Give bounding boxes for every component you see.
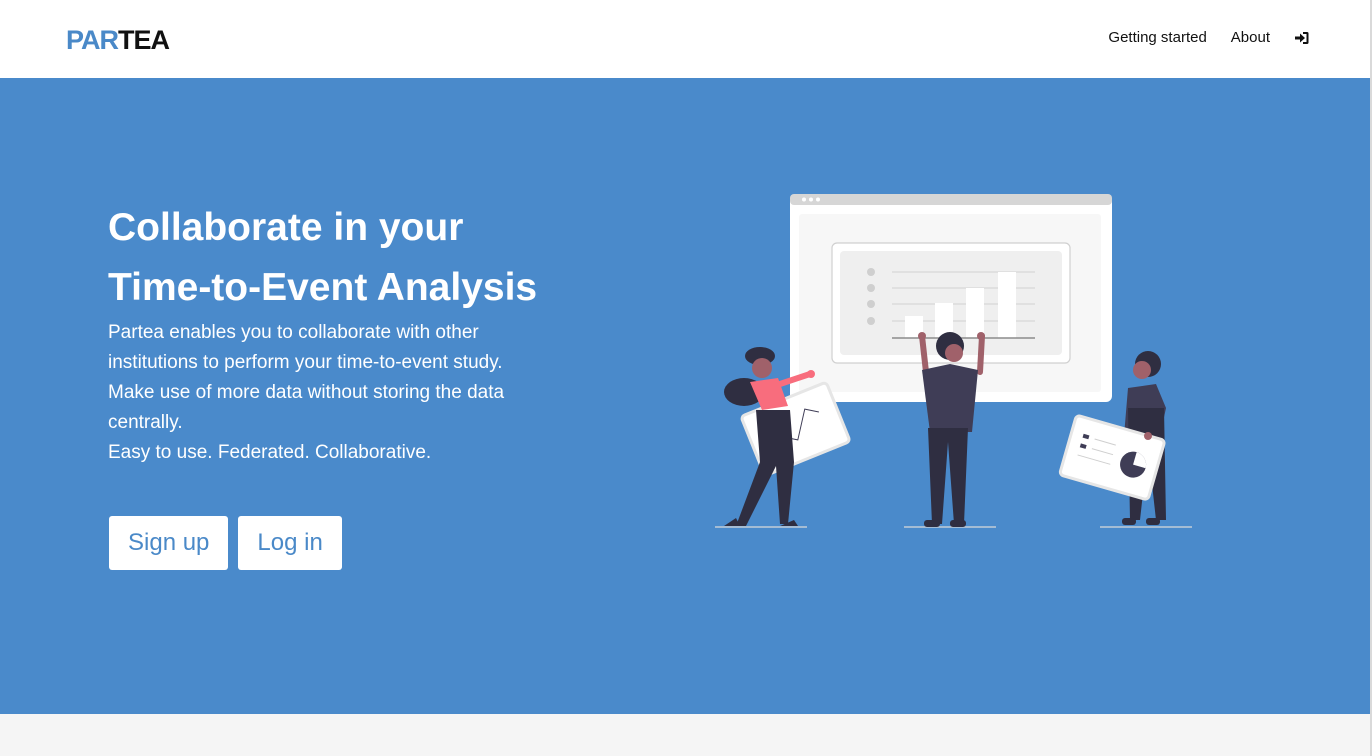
nav-links: Getting started About: [1108, 28, 1310, 48]
hero-tagline: Easy to use. Federated. Collaborative.: [108, 442, 432, 463]
hero-text-line: Partea enables you to collaborate with o…: [108, 322, 479, 343]
footer-band: [0, 714, 1370, 756]
signup-button[interactable]: Sign up: [109, 516, 229, 570]
brand-part2: TEA: [118, 25, 170, 55]
navbar: PARTEA Getting started About: [0, 0, 1372, 78]
hero-text-line: Make use of more data without storing th…: [108, 382, 505, 403]
login-button[interactable]: Log in: [238, 516, 342, 570]
hero-text-line: institutions to perform your time-to-eve…: [108, 352, 503, 373]
nav-getting-started[interactable]: Getting started: [1108, 28, 1206, 48]
collaboration-illustration: [715, 194, 1192, 528]
hero-title-line1: Collaborate in your: [108, 206, 464, 249]
hero-description: Partea enables you to collaborate with o…: [108, 318, 548, 468]
brand-part1: PAR: [66, 25, 119, 55]
nav-about[interactable]: About: [1231, 28, 1270, 48]
hero-title: Collaborate in your Time-to-Event Analys…: [108, 198, 668, 318]
hero-section: Collaborate in your Time-to-Event Analys…: [0, 78, 1370, 714]
brand-logo[interactable]: PARTEA: [66, 25, 170, 55]
sign-in-icon[interactable]: [1294, 30, 1310, 46]
hero-title-line2: Time-to-Event Analysis: [108, 266, 538, 309]
hero-text-line: centrally.: [108, 412, 183, 433]
hero-buttons: Sign up Log in: [109, 516, 342, 570]
